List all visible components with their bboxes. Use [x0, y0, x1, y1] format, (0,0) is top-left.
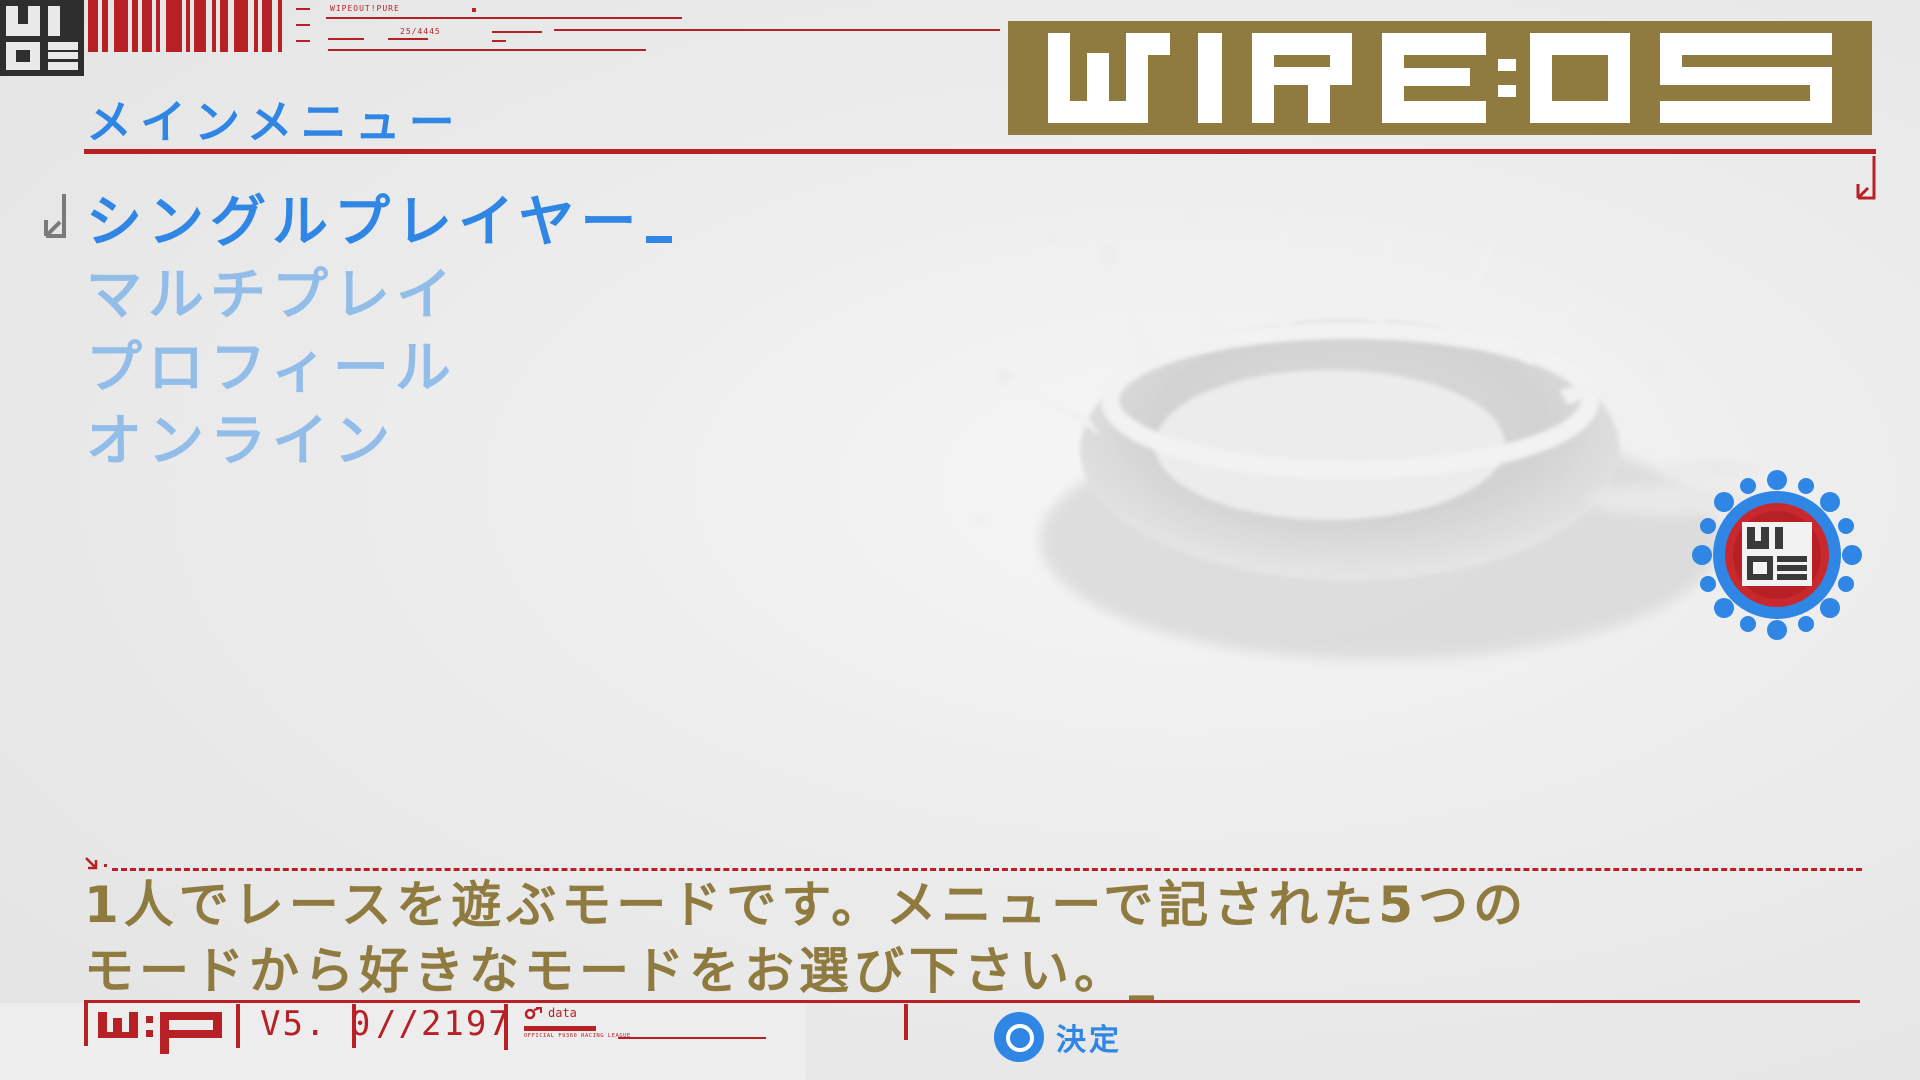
header-line [492, 40, 506, 42]
footer-separator [84, 1000, 88, 1046]
confirm-label: 決定 [1056, 1023, 1122, 1058]
text-cursor [646, 236, 673, 243]
data-icon [524, 1007, 542, 1020]
main-menu: シングルプレイヤー マルチプレイ プロフィール オンライン [86, 186, 673, 478]
menu-item-label: オンライン [86, 409, 396, 474]
header-line [388, 38, 428, 40]
data-bar [524, 1026, 596, 1031]
header-line [492, 31, 542, 33]
menu-item-single-player[interactable]: シングルプレイヤー [86, 186, 673, 259]
corner-logo [0, 0, 84, 76]
header-line [296, 8, 310, 10]
menu-cursor-arrow-icon [44, 194, 66, 238]
header-line [326, 17, 682, 19]
header-mini-text-bottom: 25/4445 [400, 27, 441, 36]
brand-logotype [1048, 33, 1832, 123]
milk-splash-background [975, 200, 1760, 660]
header-barcode [88, 0, 288, 52]
menu-item-profile[interactable]: プロフィール [86, 332, 672, 405]
header-dot [472, 8, 476, 12]
year-label: //2197 [376, 1004, 511, 1044]
footer-separator [352, 1004, 356, 1048]
circle-button-icon [994, 1012, 1044, 1062]
brand-banner [1008, 21, 1872, 135]
mode-description: 1人でレースを遊ぶモードです。メニューで記された5つの モードから好きなモードを… [84, 876, 1529, 1000]
header-line [328, 49, 646, 51]
emblem-badge [1692, 470, 1862, 640]
page-title: メインメニュー [86, 95, 463, 149]
data-label: data [548, 1006, 577, 1020]
league-underline [618, 1037, 766, 1039]
menu-item-online[interactable]: オンライン [86, 405, 672, 478]
league-text: OFFICIAL F9360 RACING LEAGUE [524, 1033, 631, 1039]
header-line [296, 24, 310, 26]
menu-item-label: シングルプレイヤー [86, 190, 643, 255]
confirm-button[interactable]: 決定 [994, 1012, 1122, 1062]
header-line [296, 40, 310, 42]
menu-item-label: マルチプレイ [86, 263, 458, 328]
header-line [554, 29, 1000, 31]
header-line [328, 38, 364, 40]
header-divider [84, 149, 1876, 154]
footer-separator [236, 1004, 240, 1048]
wip-logo [98, 1012, 222, 1054]
description-divider [112, 868, 1862, 871]
menu-item-label: プロフィール [86, 336, 457, 401]
footer-separator [504, 1004, 508, 1050]
footer-separator [904, 1004, 908, 1040]
header-mini-text-top: WIPEOUT!PURE [330, 4, 400, 13]
corner-arrow-icon [1856, 156, 1876, 200]
menu-item-multiplayer[interactable]: マルチプレイ [86, 259, 672, 332]
